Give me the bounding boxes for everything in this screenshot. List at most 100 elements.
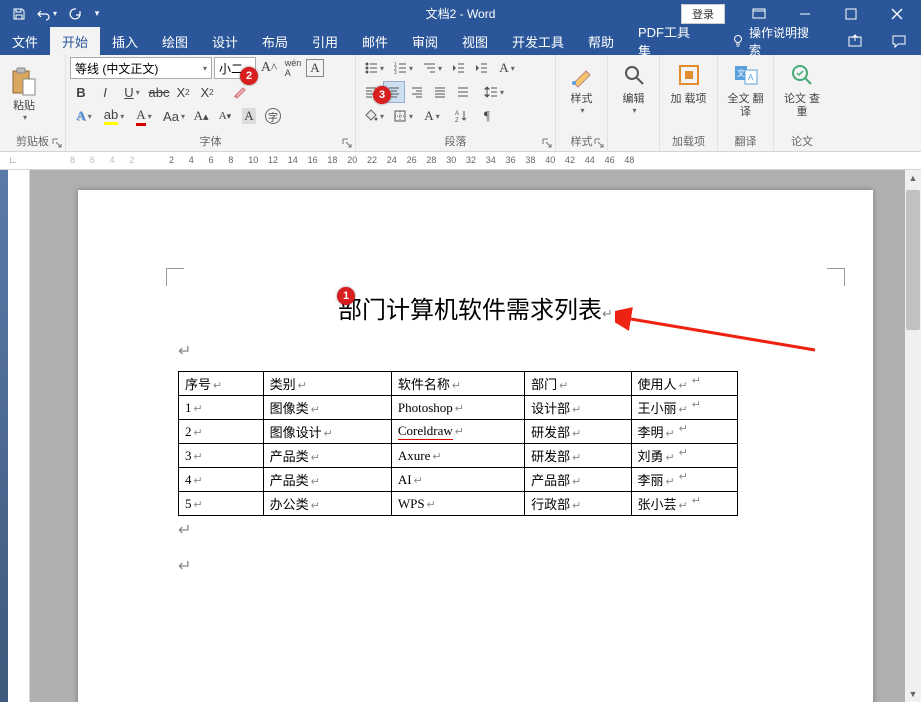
table-header-cell[interactable]: 使用人↵↵ xyxy=(631,372,737,396)
text-effects-icon[interactable]: A▾ xyxy=(70,105,98,127)
minimize-icon[interactable] xyxy=(783,1,827,27)
italic-button[interactable]: I xyxy=(94,81,116,103)
check-button[interactable]: 论文 查重 xyxy=(778,57,826,121)
bold-button[interactable]: B xyxy=(70,81,92,103)
enclose-characters-icon[interactable]: 字 xyxy=(262,105,284,127)
table-cell[interactable]: Photoshop↵ xyxy=(391,396,524,420)
increase-indent-icon[interactable] xyxy=(470,57,492,79)
phonetic-guide-icon[interactable]: wénA xyxy=(282,57,304,79)
table-header-cell[interactable]: 软件名称↵ xyxy=(391,372,524,396)
dialog-launcher-icon[interactable] xyxy=(51,137,63,149)
character-shading-icon[interactable]: A xyxy=(238,105,260,127)
subscript-button[interactable]: X2 xyxy=(172,81,194,103)
comments-icon[interactable] xyxy=(877,27,921,55)
show-marks-icon[interactable]: ¶ xyxy=(476,105,498,127)
table-cell[interactable]: 研发部↵ xyxy=(525,444,631,468)
scroll-thumb[interactable] xyxy=(906,190,920,330)
increase-font-icon[interactable]: A^ xyxy=(258,57,280,79)
scroll-down-icon[interactable]: ▼ xyxy=(905,686,921,702)
table-cell[interactable]: 研发部↵ xyxy=(525,420,631,444)
asian-layout-icon[interactable]: A▾ xyxy=(493,57,521,79)
asian-text-icon[interactable]: A▾ xyxy=(418,105,446,127)
table-cell[interactable]: 2↵ xyxy=(179,420,264,444)
table-cell[interactable]: 4↵ xyxy=(179,468,264,492)
document-page[interactable]: 部门计算机软件需求列表↵ ↵ 序号↵类别↵软件名称↵部门↵使用人↵↵1↵图像类↵… xyxy=(78,190,873,702)
justify-icon[interactable] xyxy=(429,81,451,103)
editing-button[interactable]: 编辑▾ xyxy=(612,57,655,117)
tell-me-search[interactable]: 操作说明搜索 xyxy=(719,27,833,55)
table-cell[interactable]: 3↵ xyxy=(179,444,264,468)
tab-insert[interactable]: 插入 xyxy=(100,27,150,55)
table-cell[interactable]: 行政部↵ xyxy=(525,492,631,516)
vertical-ruler[interactable] xyxy=(8,170,30,702)
table-cell[interactable]: Coreldraw↵ xyxy=(391,420,524,444)
tab-developer[interactable]: 开发工具 xyxy=(500,27,576,55)
highlight-icon[interactable]: ab▾ xyxy=(100,105,128,127)
styles-button[interactable]: 样式▾ xyxy=(560,57,603,117)
underline-button[interactable]: U▾ xyxy=(118,81,146,103)
font-name-combo[interactable]: 等线 (中文正文)▾ xyxy=(70,57,212,79)
tab-view[interactable]: 视图 xyxy=(450,27,500,55)
qat-customize-icon[interactable]: ▾ xyxy=(90,2,104,26)
distributed-icon[interactable] xyxy=(452,81,474,103)
document-title[interactable]: 部门计算机软件需求列表↵ xyxy=(178,290,773,325)
decrease-indent-icon[interactable] xyxy=(447,57,469,79)
line-spacing-icon[interactable]: ▾ xyxy=(480,81,508,103)
tab-review[interactable]: 审阅 xyxy=(400,27,450,55)
table-cell[interactable]: 产品部↵ xyxy=(525,468,631,492)
login-button[interactable]: 登录 xyxy=(681,4,725,24)
multilevel-list-icon[interactable]: ▾ xyxy=(418,57,446,79)
table-cell[interactable]: 产品类↵ xyxy=(263,444,391,468)
table-cell[interactable]: Axure↵ xyxy=(391,444,524,468)
close-icon[interactable] xyxy=(875,1,919,27)
numbering-icon[interactable]: 123▾ xyxy=(389,57,417,79)
tab-home[interactable]: 开始 xyxy=(50,27,100,55)
ribbon-display-icon[interactable] xyxy=(737,1,781,27)
table-cell[interactable]: 5↵ xyxy=(179,492,264,516)
paste-button[interactable]: 粘贴 ▾ xyxy=(4,57,44,131)
shrink-font-icon[interactable]: A▾ xyxy=(214,105,236,127)
table-cell[interactable]: 产品类↵ xyxy=(263,468,391,492)
character-border-icon[interactable]: A xyxy=(306,59,324,77)
strikethrough-button[interactable]: abc xyxy=(148,81,170,103)
addin-button[interactable]: 加 载项 xyxy=(664,57,713,108)
save-icon[interactable] xyxy=(6,2,32,26)
bullets-icon[interactable]: ▾ xyxy=(360,57,388,79)
table-cell[interactable]: 办公类↵ xyxy=(263,492,391,516)
font-color-icon[interactable]: A▾ xyxy=(130,105,158,127)
superscript-button[interactable]: X2 xyxy=(196,81,218,103)
thumbnail-strip[interactable] xyxy=(0,170,8,702)
scroll-up-icon[interactable]: ▲ xyxy=(905,170,921,186)
table-header-cell[interactable]: 部门↵ xyxy=(525,372,631,396)
table-cell[interactable]: 刘勇↵↵ xyxy=(631,444,737,468)
table-cell[interactable]: 张小芸↵↵ xyxy=(631,492,737,516)
share-icon[interactable] xyxy=(833,27,877,55)
tab-draw[interactable]: 绘图 xyxy=(150,27,200,55)
tab-design[interactable]: 设计 xyxy=(200,27,250,55)
tab-help[interactable]: 帮助 xyxy=(576,27,626,55)
requirements-table[interactable]: 序号↵类别↵软件名称↵部门↵使用人↵↵1↵图像类↵Photoshop↵设计部↵王… xyxy=(178,371,738,516)
align-right-icon[interactable] xyxy=(406,81,428,103)
sort-icon[interactable]: AZ xyxy=(447,105,475,127)
tab-pdf-tools[interactable]: PDF工具集 xyxy=(626,27,715,55)
change-case-icon[interactable]: Aa▾ xyxy=(160,105,188,127)
table-header-cell[interactable]: 类别↵ xyxy=(263,372,391,396)
grow-font-icon[interactable]: A▴ xyxy=(190,105,212,127)
page-scroll-area[interactable]: 部门计算机软件需求列表↵ ↵ 序号↵类别↵软件名称↵部门↵使用人↵↵1↵图像类↵… xyxy=(30,170,921,702)
vertical-scrollbar[interactable]: ▲ ▼ xyxy=(905,170,921,702)
tab-file[interactable]: 文件 xyxy=(0,27,50,55)
tab-mailings[interactable]: 邮件 xyxy=(350,27,400,55)
tab-references[interactable]: 引用 xyxy=(300,27,350,55)
horizontal-ruler[interactable]: ∟ 86422468101214161820222426283032343638… xyxy=(0,152,921,170)
table-cell[interactable]: 设计部↵ xyxy=(525,396,631,420)
dialog-launcher-icon[interactable] xyxy=(593,137,605,149)
table-cell[interactable]: AI↵ xyxy=(391,468,524,492)
dialog-launcher-icon[interactable] xyxy=(541,137,553,149)
maximize-icon[interactable] xyxy=(829,1,873,27)
table-cell[interactable]: 图像类↵ xyxy=(263,396,391,420)
dialog-launcher-icon[interactable] xyxy=(341,137,353,149)
borders-icon[interactable]: ▾ xyxy=(389,105,417,127)
translate-button[interactable]: 文A 全文 翻译 xyxy=(722,57,769,121)
table-cell[interactable]: 1↵ xyxy=(179,396,264,420)
table-cell[interactable]: 图像设计↵ xyxy=(263,420,391,444)
